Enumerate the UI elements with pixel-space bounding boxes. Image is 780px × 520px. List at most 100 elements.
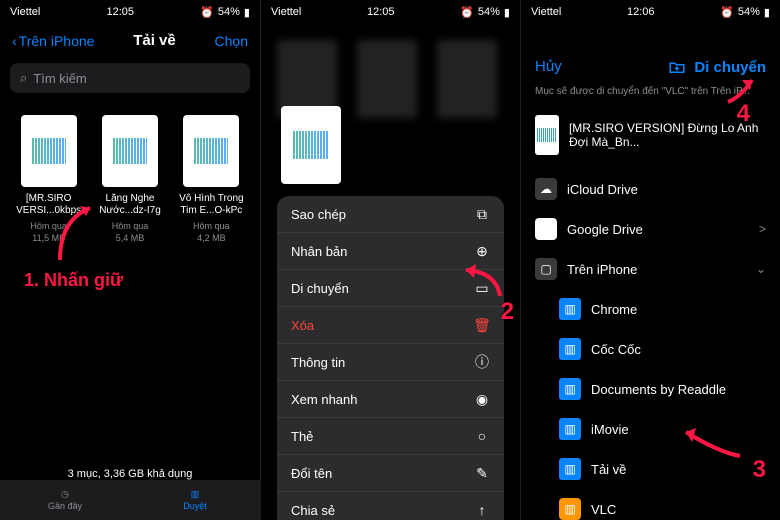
nav-bar: ‹ Trên iPhone Tải về Chọn	[0, 24, 260, 57]
clock: 12:06	[627, 6, 655, 18]
carrier: Viettel	[10, 6, 40, 18]
location-label: Google Drive	[567, 222, 643, 237]
menu-tags[interactable]: Thẻ○	[277, 418, 504, 455]
menu-label: Sao chép	[291, 207, 346, 222]
search-icon: ⌕	[20, 70, 27, 86]
menu-label: Nhân bản	[291, 244, 347, 259]
tab-label: Duyệt	[183, 501, 207, 511]
annotation-3: 3	[753, 456, 766, 484]
screen-1-files: Viettel 12:05 ⏰54%▮ ‹ Trên iPhone Tải về…	[0, 0, 260, 520]
folder-label: iMovie	[591, 422, 629, 437]
menu-label: Đổi tên	[291, 466, 332, 481]
alarm-icon: ⏰	[200, 6, 214, 19]
file-item[interactable]: Vô Hình Trong Tim E...O-kPc Hôm qua 4,2 M…	[175, 115, 248, 244]
file-size: 4,2 MB	[197, 233, 226, 243]
back-button[interactable]: ‹ Trên iPhone	[12, 33, 94, 49]
folder-icon: ▭	[474, 280, 490, 296]
tab-recent[interactable]: ◷Gần đây	[0, 480, 130, 520]
folder-imovie[interactable]: ▥ iMovie	[521, 409, 780, 449]
menu-label: Xem nhanh	[291, 392, 358, 407]
storage-footer: 3 mục, 3,36 GB khả dụng	[0, 468, 260, 480]
menu-quicklook[interactable]: Xem nhanh ◉	[277, 381, 504, 418]
audio-file-icon	[102, 115, 158, 187]
location-label: Trên iPhone	[567, 262, 637, 277]
status-bar: Viettel 12:05 ⏰54%▮	[0, 0, 260, 24]
annotation-4: 4	[737, 100, 750, 128]
back-label: Trên iPhone	[19, 33, 95, 49]
battery: 54%	[478, 6, 500, 18]
file-item[interactable]: [MR.SIRO VERSI...0kbps Hôm qua 11,5 MB	[12, 115, 85, 244]
file-date: Hôm qua	[112, 221, 149, 231]
menu-duplicate[interactable]: Nhân bản ⊕	[277, 233, 504, 270]
alarm-icon: ⏰	[720, 6, 734, 19]
select-button[interactable]: Chọn	[215, 33, 248, 49]
folder-icon: ▥	[191, 489, 200, 500]
folder-documents[interactable]: ▥ Documents by Readdle	[521, 369, 780, 409]
battery: 54%	[738, 6, 760, 18]
folder-label: Chrome	[591, 302, 637, 317]
menu-rename[interactable]: Đổi tên✎	[277, 455, 504, 492]
chevron-down-icon: ⌄	[756, 262, 766, 276]
copy-icon: ⧉	[474, 206, 490, 222]
status-bar: Viettel 12:06 ⏰54%▮	[521, 0, 780, 24]
menu-info[interactable]: Thông tinⓘ	[277, 344, 504, 381]
page-title: Tải về	[133, 32, 176, 49]
folder-downloads[interactable]: ▥Tải về	[521, 449, 780, 489]
alarm-icon: ⏰	[460, 6, 474, 19]
file-name: [MR.SIRO VERSI...0kbps	[12, 193, 85, 217]
annotation-1: 1. Nhấn giữ	[24, 270, 123, 291]
duplicate-icon: ⊕	[474, 243, 490, 259]
carrier: Viettel	[271, 6, 301, 18]
menu-label: Thông tin	[291, 355, 345, 370]
folder-icon: ▥	[559, 378, 581, 400]
cloud-icon: ☁	[535, 178, 557, 200]
move-button[interactable]: Di chuyển	[694, 59, 766, 76]
search-placeholder: Tìm kiếm	[33, 71, 86, 86]
clock: 12:05	[107, 6, 135, 18]
carrier: Viettel	[531, 6, 561, 18]
file-name: Vô Hình Trong Tim E...O-kPc	[175, 193, 248, 217]
eye-icon: ◉	[474, 391, 490, 407]
file-size: 11,5 MB	[32, 233, 65, 243]
file-date: Hôm qua	[30, 221, 67, 231]
location-gdrive[interactable]: ◆Google Drive>	[521, 209, 780, 249]
share-icon: ↑	[474, 502, 490, 518]
folder-label: Documents by Readdle	[591, 382, 726, 397]
clock: 12:05	[367, 6, 395, 18]
battery: 54%	[218, 6, 240, 18]
screen-3-move-destination: Viettel 12:06 ⏰54%▮ Hủy Di chuyển Mục sẽ…	[520, 0, 780, 520]
file-item[interactable]: Lắng Nghe Nước...dz-I7g Hôm qua5,4 MB	[93, 115, 166, 244]
status-bar: Viettel 12:05 ⏰54%▮	[261, 0, 520, 24]
audio-file-icon	[535, 115, 559, 155]
folder-icon: ▥	[559, 338, 581, 360]
tab-label: Gần đây	[48, 501, 82, 511]
menu-move[interactable]: Di chuyển▭	[277, 270, 504, 307]
location-iphone[interactable]: ▢ Trên iPhone ⌄	[521, 249, 780, 289]
menu-share[interactable]: Chia sẻ↑	[277, 492, 504, 520]
audio-file-icon	[183, 115, 239, 187]
tag-icon: ○	[474, 428, 490, 444]
folder-coccoc[interactable]: ▥Cốc Cốc	[521, 329, 780, 369]
search-input[interactable]: ⌕ Tìm kiếm	[10, 63, 250, 93]
tab-browse[interactable]: ▥Duyệt	[130, 480, 260, 520]
cancel-button[interactable]: Hủy	[535, 58, 562, 76]
new-folder-icon[interactable]	[668, 58, 686, 76]
folder-vlc[interactable]: ▥VLC	[521, 489, 780, 520]
context-menu: Sao chép ⧉ Nhân bản ⊕ Di chuyển▭ Xóa🗑 Thôn…	[277, 196, 504, 520]
folder-label: Tải về	[591, 462, 626, 477]
menu-copy[interactable]: Sao chép ⧉	[277, 196, 504, 233]
audio-file-icon	[21, 115, 77, 187]
move-toolbar: Hủy Di chuyển	[521, 48, 780, 86]
folder-chrome[interactable]: ▥Chrome	[521, 289, 780, 329]
location-icloud[interactable]: ☁ iCloud Drive	[521, 169, 780, 209]
screen-2-context-menu: Viettel 12:05 ⏰54%▮ Sao chép⧉ Nhân bản⊕ …	[260, 0, 520, 520]
location-label: iCloud Drive	[567, 182, 638, 197]
chevron-right-icon: >	[759, 222, 766, 236]
folder-icon: ▥	[559, 418, 581, 440]
phone-icon: ▢	[535, 258, 557, 280]
file-date: Hôm qua	[193, 221, 230, 231]
location-list: ☁iCloud Drive ◆Google Drive> ▢Trên iPhon…	[521, 169, 780, 520]
annotation-2: 2	[501, 298, 514, 326]
menu-delete[interactable]: Xóa🗑	[277, 307, 504, 344]
folder-label: VLC	[591, 502, 616, 517]
